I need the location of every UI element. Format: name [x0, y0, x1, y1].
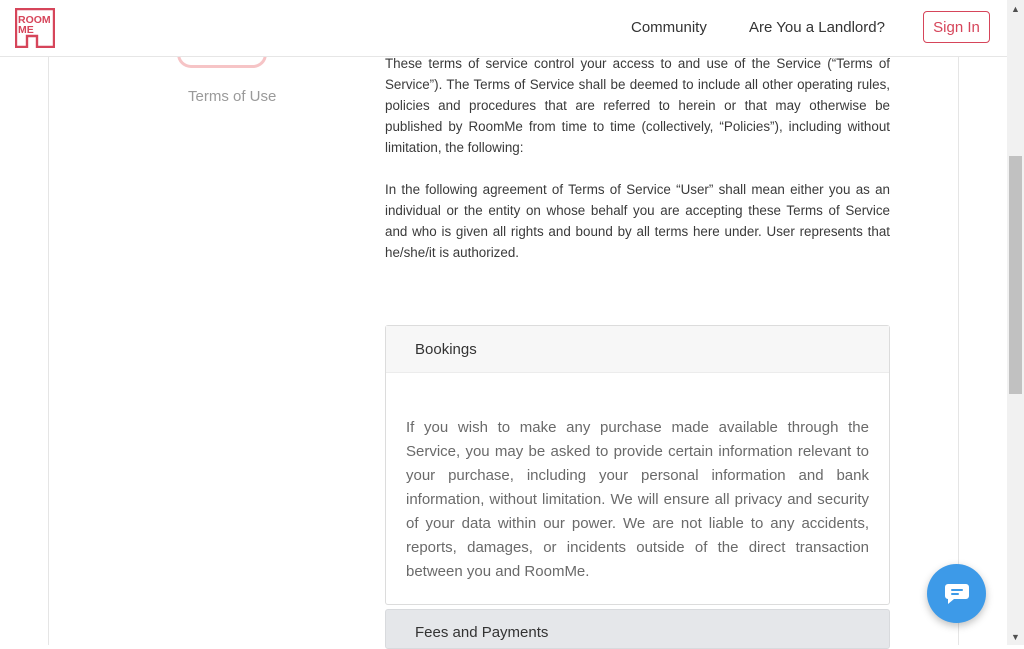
accordion-bookings: Bookings If you wish to make any purchas…	[385, 325, 890, 605]
content-border-right	[958, 56, 959, 645]
nav-landlord-link[interactable]: Are You a Landlord?	[749, 19, 885, 36]
chat-widget-button[interactable]	[927, 564, 986, 623]
nav-community-link[interactable]: Community	[631, 19, 707, 36]
roomme-logo[interactable]: ROOM ME	[14, 7, 56, 49]
scrollbar-thumb[interactable]	[1009, 156, 1022, 394]
chat-icon	[944, 583, 969, 604]
accordion-body-bookings: If you wish to make any purchase made av…	[406, 419, 869, 580]
terms-user-paragraph: In the following agreement of Terms of S…	[385, 182, 890, 260]
terms-intro-paragraph: These terms of service control your acce…	[385, 56, 890, 155]
logo-text-me: ME	[18, 24, 34, 36]
scroll-up-arrow-icon[interactable]: ▲	[1007, 0, 1024, 17]
top-navbar: ROOM ME Community Are You a Landlord? Si…	[0, 0, 1007, 57]
accordion-header-bookings[interactable]: Bookings	[386, 326, 889, 373]
accordion-header-fees-and-payments[interactable]: Fees and Payments	[385, 609, 890, 649]
sidebar-item-terms-of-use[interactable]: Terms of Use	[188, 88, 276, 105]
content-border-left	[48, 56, 49, 645]
sign-in-button[interactable]: Sign In	[923, 11, 990, 43]
scroll-down-arrow-icon[interactable]: ▼	[1007, 628, 1024, 645]
